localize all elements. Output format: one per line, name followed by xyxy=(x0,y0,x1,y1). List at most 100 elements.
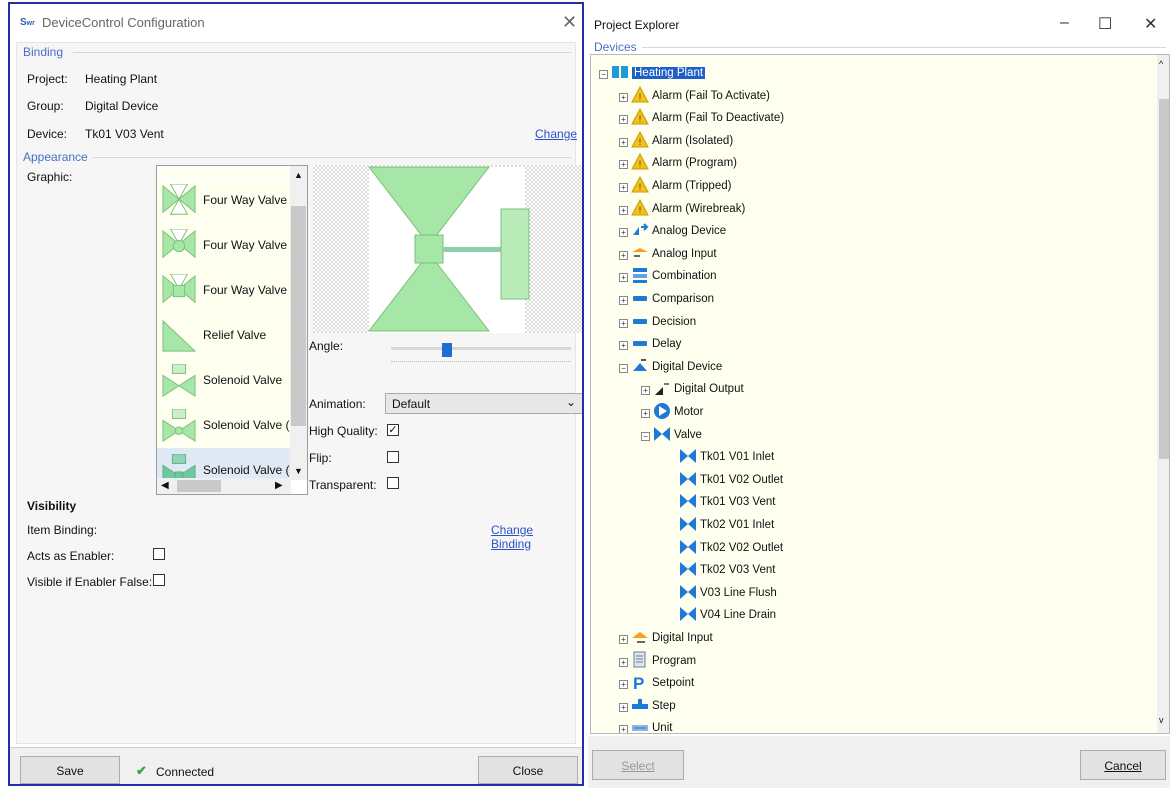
tree-node-label: V04 Line Drain xyxy=(700,609,777,622)
scroll-right-icon[interactable]: ▶ xyxy=(275,480,283,491)
graphic-list-item[interactable]: Solenoid Valve xyxy=(157,358,291,402)
cancel-button[interactable]: Cancel xyxy=(1080,750,1166,780)
flip-label: Flip: xyxy=(309,451,332,465)
expand-toggle-icon[interactable]: + xyxy=(619,160,628,170)
expand-toggle-icon[interactable]: + xyxy=(641,409,650,418)
explorer-footer: Select Cancel xyxy=(588,736,1170,788)
expand-toggle-icon[interactable]: + xyxy=(619,725,628,733)
device-value: Tk01 V03 Vent xyxy=(85,127,164,141)
expand-toggle-icon[interactable]: + xyxy=(619,183,628,192)
minimize-icon[interactable]: – xyxy=(1060,14,1069,32)
scroll-thumb[interactable] xyxy=(291,206,306,426)
valve-graphic-icon xyxy=(162,319,197,352)
expand-toggle-icon[interactable]: + xyxy=(619,296,628,305)
horizontal-scrollbar[interactable]: ◀ ▶ xyxy=(157,478,291,494)
valve-graphic-icon xyxy=(162,409,196,442)
flip-checkbox[interactable] xyxy=(387,451,399,463)
expand-toggle-icon[interactable]: + xyxy=(619,702,628,712)
vertical-scrollbar[interactable]: ▲ ▼ xyxy=(290,166,307,480)
expand-toggle-icon[interactable]: + xyxy=(641,386,650,396)
expand-toggle-icon[interactable]: + xyxy=(619,137,628,147)
tree-node-label: Program xyxy=(652,654,697,667)
tree-node-label: Combination xyxy=(652,270,717,283)
svg-text:!: ! xyxy=(639,205,642,215)
graphic-list-item[interactable]: Four Way Valve ( xyxy=(157,223,295,267)
svg-text:P: P xyxy=(633,674,644,691)
divider xyxy=(642,47,1166,48)
save-button[interactable]: Save xyxy=(20,756,120,784)
graphic-item-label: Solenoid Valve (S xyxy=(203,463,298,477)
graphic-list-item[interactable]: Solenoid Valve (C xyxy=(157,403,298,447)
scroll-down-icon[interactable]: v xyxy=(1159,715,1164,725)
vertical-scrollbar[interactable]: ^ v xyxy=(1157,55,1169,733)
graphic-list[interactable]: Four Way Valve Four Way Valve ( Four Way V… xyxy=(156,165,308,495)
list-item[interactable] xyxy=(157,168,291,176)
expand-toggle-icon[interactable]: + xyxy=(619,635,628,644)
expand-toggle-icon[interactable]: + xyxy=(619,341,628,351)
tree-node-label: Delay xyxy=(652,338,682,351)
scroll-up-icon[interactable]: ^ xyxy=(1159,59,1163,69)
close-icon[interactable]: ✕ xyxy=(562,12,577,33)
expand-toggle-icon[interactable]: − xyxy=(599,70,608,79)
tree-node-label: Analog Input xyxy=(652,247,717,260)
animation-select[interactable]: Default ⌄ xyxy=(385,393,582,414)
dialog-titlebar: Swr DeviceControl Configuration ✕ xyxy=(10,4,582,42)
expand-toggle-icon[interactable]: + xyxy=(619,228,628,238)
visible-if-false-checkbox[interactable] xyxy=(153,574,165,586)
scroll-up-icon[interactable]: ▲ xyxy=(294,170,303,180)
visible-if-false-label: Visible if Enabler False: xyxy=(27,575,153,589)
high-quality-checkbox[interactable]: ✓ xyxy=(387,424,399,436)
expand-toggle-icon[interactable]: − xyxy=(619,363,628,373)
svg-text:!: ! xyxy=(639,114,642,124)
tree-node-label: Tk02 V03 Vent xyxy=(700,564,776,577)
high-quality-label: High Quality: xyxy=(309,424,378,438)
change-link[interactable]: Change xyxy=(535,127,577,141)
expand-toggle-icon[interactable]: + xyxy=(619,657,628,667)
cancel-button-label: Cancel xyxy=(1104,759,1142,773)
scroll-down-icon[interactable]: ▼ xyxy=(294,466,303,476)
tree-node-label: Motor xyxy=(674,406,704,418)
dialog-footer: Save ✔ Connected Close xyxy=(10,747,582,784)
expand-toggle-icon[interactable]: + xyxy=(619,273,628,283)
angle-slider[interactable] xyxy=(391,343,571,365)
graphic-list-item[interactable]: Four Way Valve xyxy=(157,178,291,222)
tree-node-label: Alarm (Wirebreak) xyxy=(652,202,746,215)
maximize-icon[interactable]: ☐ xyxy=(1098,14,1112,34)
expand-toggle-icon[interactable]: + xyxy=(619,205,628,215)
tree-node-label: Step xyxy=(652,699,676,712)
checkmark-icon: ✔ xyxy=(136,763,147,778)
graphic-item-label: Four Way Valve xyxy=(203,193,288,207)
select-button[interactable]: Select xyxy=(592,750,684,780)
scroll-thumb[interactable] xyxy=(1159,99,1169,459)
graphic-preview xyxy=(313,165,582,333)
scroll-thumb[interactable] xyxy=(177,480,221,492)
acts-as-enabler-checkbox[interactable] xyxy=(153,548,165,560)
expand-toggle-icon[interactable]: + xyxy=(619,318,628,328)
expand-toggle-icon[interactable]: + xyxy=(619,250,628,260)
expand-toggle-icon[interactable]: − xyxy=(641,431,650,441)
graphic-item-label: Four Way Valve ( xyxy=(203,238,295,252)
graphic-list-item[interactable]: Relief Valve xyxy=(157,313,291,357)
graphic-list-item[interactable]: Four Way Valve ( xyxy=(157,268,294,312)
close-icon[interactable]: ✕ xyxy=(1144,14,1157,34)
slider-thumb[interactable] xyxy=(442,343,452,357)
close-button[interactable]: Close xyxy=(478,756,578,784)
device-control-dialog: Swr DeviceControl Configuration ✕ Bindin… xyxy=(8,2,584,786)
change-binding-link[interactable]: Change Binding xyxy=(491,523,575,551)
tree-node-label: V03 Line Flush xyxy=(700,586,777,599)
project-value: Heating Plant xyxy=(85,72,158,86)
expand-toggle-icon[interactable]: + xyxy=(619,92,628,102)
connection-status: Connected xyxy=(156,765,215,779)
devices-tab[interactable]: Devices xyxy=(594,40,637,54)
window-title: Project Explorer xyxy=(594,18,680,32)
project-label: Project: xyxy=(27,72,68,86)
tree-node-label: Tk01 V03 Vent xyxy=(700,496,776,509)
scroll-left-icon[interactable]: ◀ xyxy=(161,480,169,491)
graphic-item-label: Solenoid Valve xyxy=(203,373,283,387)
device-tree[interactable]: − Heating Plant +! Alarm (Fail To Activate)… xyxy=(590,54,1170,734)
expand-toggle-icon[interactable]: + xyxy=(619,115,628,125)
tree-node-label: Digital Input xyxy=(652,632,713,644)
transparent-checkbox[interactable] xyxy=(387,477,399,489)
expand-toggle-icon[interactable]: + xyxy=(619,680,628,690)
animation-value: Default xyxy=(392,397,431,411)
